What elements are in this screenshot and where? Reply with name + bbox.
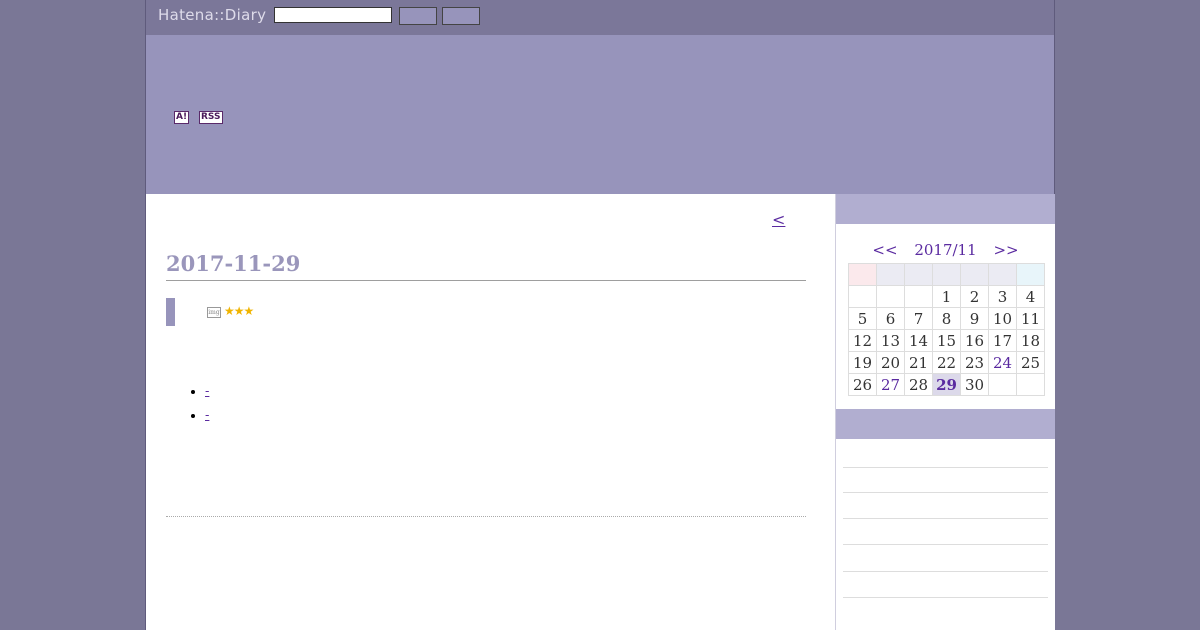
calendar-day: 28 (904, 373, 933, 396)
calendar-day (1016, 373, 1045, 396)
calendar-day: 3 (988, 285, 1017, 308)
calendar-day: 14 (904, 329, 933, 352)
calendar-day: 13 (876, 329, 905, 352)
rss-badge[interactable]: RSS (199, 111, 223, 124)
calendar-day: 11 (1016, 307, 1045, 330)
calendar-day (876, 285, 905, 308)
section-marker (166, 298, 175, 326)
page: Hatena::Diary A! RSS < 2017-11-29 img ★★… (145, 0, 1055, 630)
divider (843, 492, 1048, 493)
main-content: < 2017-11-29 img ★★★ - - (146, 194, 835, 630)
calendar-day: 22 (932, 351, 961, 374)
search-input[interactable] (274, 7, 392, 23)
divider (843, 544, 1048, 545)
hatena-diary-logo[interactable]: Hatena::Diary (158, 6, 266, 24)
entry-list: - - (166, 384, 209, 432)
calendar-day[interactable]: 27 (876, 373, 905, 396)
calendar-day: 5 (848, 307, 877, 330)
calendar-day: 1 (932, 285, 961, 308)
calendar-day: 25 (1016, 351, 1045, 374)
list-item: - (205, 408, 209, 432)
calendar-day: 30 (960, 373, 989, 396)
divider (843, 467, 1048, 468)
search-button[interactable] (399, 7, 437, 25)
calendar-day (848, 285, 877, 308)
calendar-weekday (876, 263, 905, 286)
calendar-weekday-row (848, 263, 1045, 286)
calendar-weekday (960, 263, 989, 286)
calendar-day: 2 (960, 285, 989, 308)
calendar-weekday (988, 263, 1017, 286)
list-item: - (205, 384, 209, 408)
calendar-day: 18 (1016, 329, 1045, 352)
entry-link[interactable]: - (205, 408, 209, 423)
prev-month-link[interactable]: << (872, 241, 897, 259)
calendar-weekday (1016, 263, 1045, 286)
calendar-day (988, 373, 1017, 396)
calendar-day: 9 (960, 307, 989, 330)
calendar-day: 23 (960, 351, 989, 374)
calendar-day: 12 (848, 329, 877, 352)
calendar-day: 19 (848, 351, 877, 374)
calendar-table: 1 2 3 4 5 6 7 8 9 10 11 12 13 14 15 16 17 18 19 20 21 22 23 24 2… (848, 263, 1045, 396)
day-title[interactable]: 2017-11-29 (166, 251, 300, 276)
divider (843, 571, 1048, 572)
image-icon: img (207, 307, 221, 318)
sidebar: << 2017/11 >> 1 2 3 4 5 6 7 8 9 10 11 12 13 14 15 16 17 1… (835, 194, 1055, 630)
calendar-weekday (904, 263, 933, 286)
sidebar-header (836, 409, 1055, 439)
calendar-week: 1234 (848, 285, 1045, 308)
calendar-day: 20 (876, 351, 905, 374)
calendar-nav: << 2017/11 >> (836, 241, 1055, 259)
divider (166, 280, 806, 281)
calendar-day: 10 (988, 307, 1017, 330)
divider (843, 597, 1048, 598)
calendar-week: 19 20 21 22 23 24 25 (848, 351, 1045, 374)
diary-header-banner: A! RSS (146, 35, 1054, 194)
divider (843, 518, 1048, 519)
secondary-button[interactable] (442, 7, 480, 25)
calendar-day (904, 285, 933, 308)
calendar-day: 21 (904, 351, 933, 374)
calendar-day: 17 (988, 329, 1017, 352)
calendar-day: 6 (876, 307, 905, 330)
calendar-day: 7 (904, 307, 933, 330)
calendar-week: 12 13 14 15 16 17 18 (848, 329, 1045, 352)
calendar-day: 4 (1016, 285, 1045, 308)
calendar-week: 5 6 7 8 9 10 11 (848, 307, 1045, 330)
calendar-day: 26 (848, 373, 877, 396)
calendar-week: 26 27 28 29 30 (848, 373, 1045, 396)
entry-link[interactable]: - (205, 384, 209, 399)
calendar-day[interactable]: 24 (988, 351, 1017, 374)
calendar-day[interactable]: 29 (932, 373, 961, 396)
top-bar: Hatena::Diary (146, 0, 1054, 35)
calendar-day: 8 (932, 307, 961, 330)
antenna-badge[interactable]: A! (174, 111, 190, 124)
next-month-link[interactable]: >> (993, 241, 1018, 259)
calendar-month[interactable]: 2017/11 (914, 241, 976, 259)
calendar-weekday (932, 263, 961, 286)
star-rating-icon[interactable]: ★★★ (224, 304, 254, 318)
calendar-weekday (848, 263, 877, 286)
prev-day-link[interactable]: < (772, 210, 785, 229)
section-footer-divider (166, 516, 806, 517)
calendar-day: 15 (932, 329, 961, 352)
sidebar-header (836, 194, 1055, 224)
calendar-day: 16 (960, 329, 989, 352)
